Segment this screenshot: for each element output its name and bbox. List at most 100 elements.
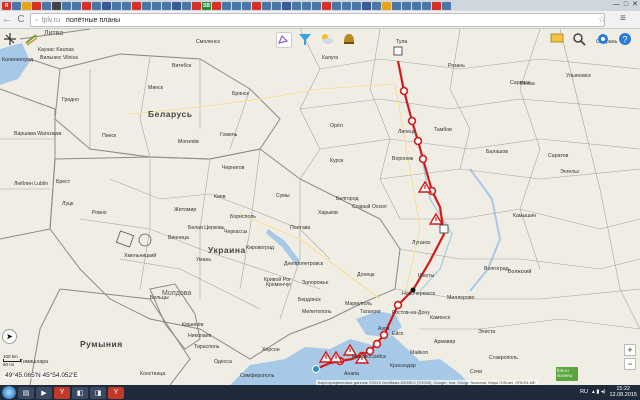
browser-tab-favicon[interactable] xyxy=(62,1,71,10)
weather-icon[interactable] xyxy=(320,32,336,48)
browser-tab-favicon[interactable] xyxy=(172,1,181,10)
browser-tab-favicon[interactable] xyxy=(232,1,241,10)
browser-tab-favicon[interactable] xyxy=(42,1,51,10)
browser-tab-favicon[interactable] xyxy=(92,1,101,10)
browser-tab-favicon[interactable] xyxy=(332,1,341,10)
city-label: Черкассы xyxy=(224,229,248,235)
city-label: Таганрог xyxy=(360,309,382,315)
browser-tab-favicon[interactable] xyxy=(122,1,131,10)
warning-mark xyxy=(325,355,327,359)
help-icon[interactable]: ? xyxy=(618,32,634,48)
browser-tab-favicon[interactable] xyxy=(32,1,41,10)
browser-tab-favicon[interactable] xyxy=(22,1,31,10)
tray-icons[interactable]: ▴ ▮ ◂) xyxy=(592,389,605,395)
browser-tab-favicon[interactable] xyxy=(252,1,261,10)
site-badge[interactable]: fplv.ru полеты xyxy=(556,367,578,381)
browser-tab-favicon[interactable] xyxy=(282,1,291,10)
browser-tab-favicon[interactable] xyxy=(272,1,281,10)
city-label: Брест xyxy=(56,179,71,185)
taskbar-explorer-icon[interactable]: ▤ xyxy=(18,386,34,399)
browser-tab-favicon[interactable] xyxy=(432,1,441,10)
browser-tab-favicon[interactable] xyxy=(192,1,201,10)
city-label: Каменск xyxy=(430,315,451,321)
city-label: Луцк xyxy=(62,201,74,207)
city-label: Тамбов xyxy=(434,127,452,133)
bookmark-star-icon[interactable]: ☆ xyxy=(598,14,606,25)
browser-tab-favicon[interactable] xyxy=(132,1,141,10)
border-belarus xyxy=(54,53,281,160)
city-label: Новочеркасск xyxy=(402,291,436,297)
search-icon[interactable] xyxy=(572,32,588,48)
taskbar-app2-icon[interactable]: ◨ xyxy=(90,386,106,399)
browser-tab-favicon[interactable] xyxy=(142,1,151,10)
settings-icon[interactable] xyxy=(596,32,612,48)
browser-tab-favicon[interactable] xyxy=(302,1,311,10)
taskbar-app3-icon[interactable]: Y xyxy=(108,386,124,399)
browser-tab-favicon[interactable] xyxy=(352,1,361,10)
cursor-coordinates: 49°45.065'N 45°54.052'E xyxy=(3,372,80,379)
browser-tab-favicon[interactable] xyxy=(442,1,451,10)
compass-icon[interactable]: ➤ xyxy=(2,329,17,344)
reload-button[interactable]: C xyxy=(14,14,28,25)
browser-tab-favicon[interactable] xyxy=(112,1,121,10)
browser-tab-favicon[interactable] xyxy=(342,1,351,10)
browser-tab-favicon[interactable] xyxy=(422,1,431,10)
baltic-sea xyxy=(0,43,30,85)
browser-tab-favicon[interactable] xyxy=(392,1,401,10)
url-title: полётные планы xyxy=(66,16,121,24)
browser-tab-favicon[interactable] xyxy=(402,1,411,10)
browser-tab-favicon[interactable] xyxy=(152,1,161,10)
taskbar-browser-icon[interactable]: Y xyxy=(54,386,70,399)
zoom-in-button[interactable]: + xyxy=(624,344,636,356)
browser-tab-favicon[interactable] xyxy=(162,1,171,10)
mail-icon[interactable] xyxy=(550,32,566,48)
city-label: Витебск xyxy=(172,63,192,69)
address-bar[interactable]: ▫ fplv.ru полётные планы xyxy=(30,13,605,27)
city-label: Миллерово xyxy=(447,295,475,301)
filter-icon[interactable] xyxy=(298,32,314,48)
browser-tab-favicon[interactable]: SB xyxy=(202,1,211,10)
browser-tab-favicon[interactable] xyxy=(212,1,221,10)
volga-river xyxy=(469,168,502,292)
browser-tab-favicon[interactable] xyxy=(72,1,81,10)
layers-icon[interactable] xyxy=(24,32,40,48)
browser-tab-favicon[interactable] xyxy=(222,1,231,10)
city-label: Камышин xyxy=(513,213,537,219)
close-button[interactable]: ✕ xyxy=(632,1,638,9)
browser-tab-favicon[interactable] xyxy=(322,1,331,10)
city-label: Волжский xyxy=(508,269,532,275)
city-label: Калуга xyxy=(322,55,339,61)
city-label: Смоленск xyxy=(196,39,220,45)
helmet-icon[interactable] xyxy=(342,32,358,48)
browser-tab-favicon[interactable] xyxy=(182,1,191,10)
svg-text:?: ? xyxy=(622,35,627,45)
browser-menu-icon[interactable]: ≡ xyxy=(620,13,626,24)
back-button[interactable]: ← xyxy=(0,14,14,25)
browser-tab-favicon[interactable] xyxy=(102,1,111,10)
browser-tab-favicon[interactable] xyxy=(52,1,61,10)
browser-tab-favicon[interactable] xyxy=(262,1,271,10)
browser-tab-favicon[interactable] xyxy=(82,1,91,10)
start-button[interactable] xyxy=(2,386,16,399)
browser-tab-favicon[interactable] xyxy=(372,1,381,10)
map-canvas[interactable]: Литва Беларусь Украина Молдова Румыния Каунас… xyxy=(0,29,640,385)
waypoint-marker xyxy=(393,300,403,310)
browser-tab-favicon[interactable] xyxy=(312,1,321,10)
language-indicator[interactable]: RU xyxy=(580,389,588,395)
browser-tab-favicon[interactable]: Я xyxy=(2,1,11,10)
maximize-button[interactable]: □ xyxy=(624,1,628,9)
navigation-icon[interactable] xyxy=(3,32,19,48)
browser-tab-favicon[interactable] xyxy=(362,1,371,10)
browser-tab-favicon[interactable] xyxy=(242,1,251,10)
clock[interactable]: 15:22 12.08.2015 xyxy=(609,386,637,398)
browser-tab-favicon[interactable] xyxy=(12,1,21,10)
minimize-button[interactable]: — xyxy=(613,1,620,9)
browser-tab-favicon[interactable] xyxy=(382,1,391,10)
browser-tab-favicon[interactable] xyxy=(292,1,301,10)
zoom-out-button[interactable]: − xyxy=(624,358,636,370)
city-label: Хмельницкий xyxy=(124,253,157,259)
taskbar-app-icon[interactable]: ◧ xyxy=(72,386,88,399)
taskbar-media-icon[interactable]: ▶ xyxy=(36,386,52,399)
route-editor-icon[interactable] xyxy=(276,32,292,48)
browser-tab-favicon[interactable] xyxy=(412,1,421,10)
